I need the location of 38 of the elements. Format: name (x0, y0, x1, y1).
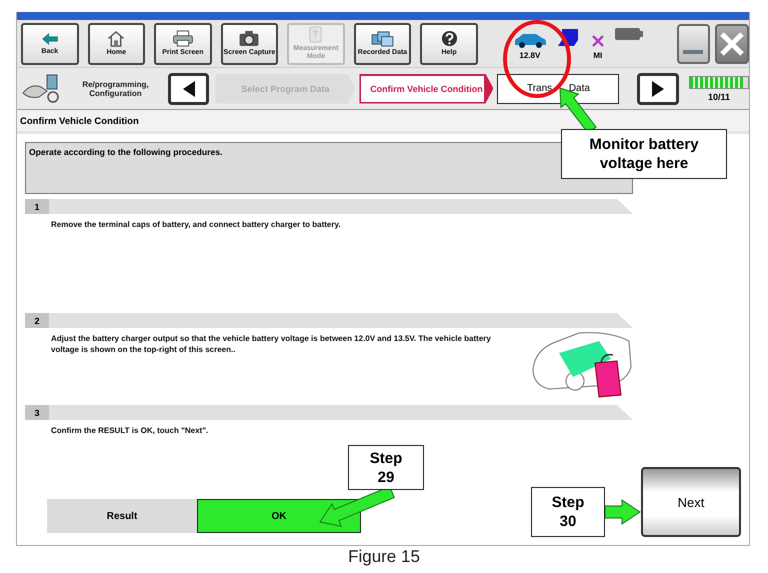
step-number: 1 (25, 199, 49, 214)
folders-icon (371, 30, 394, 47)
callout-arrow (604, 499, 641, 525)
close-button[interactable] (715, 24, 750, 64)
minimize-button[interactable] (676, 24, 710, 64)
step-text: Confirm the RESULT is OK, touch "Next". (51, 425, 210, 436)
mode-label: Re/programming, Configuration (81, 80, 150, 98)
callout-box: Step 29 (348, 445, 424, 490)
callout-box: Monitor battery voltage here (561, 129, 727, 179)
next-step-button[interactable] (637, 72, 679, 104)
cross-icon (590, 34, 605, 48)
page-title: Confirm Vehicle Condition (17, 112, 749, 134)
step-number: 3 (25, 405, 49, 420)
progress-step: Confirm Vehicle Condition (359, 74, 494, 104)
figure-caption: Figure 15 (347, 548, 421, 566)
step-text: Remove the terminal caps of battery, and connect battery charger to battery. (51, 219, 342, 230)
close-icon (719, 30, 746, 56)
next-button[interactable]: Next (641, 467, 741, 537)
camera-icon (238, 30, 260, 47)
house-icon (106, 30, 126, 47)
step-number: 2 (25, 313, 49, 328)
progress-reading: 10/11 (708, 92, 730, 102)
battery-icon (614, 28, 643, 40)
laptop-icon (556, 28, 581, 48)
minimize-icon (683, 50, 704, 54)
right-triangle-icon (650, 80, 666, 98)
help-icon (440, 30, 458, 47)
step-text: Adjust the battery charger output so that the vehicle battery voltage is between 12.0V and 13.5V. The vehicle battery voltage is shown on the top-right of this screen.. (51, 333, 491, 356)
car-icon (512, 32, 547, 48)
meter-icon (307, 26, 324, 43)
left-triangle-icon (180, 80, 197, 98)
voltage-reading: 12.8V (519, 50, 540, 60)
mi-label: MI (593, 50, 602, 60)
result-label: Result (47, 499, 197, 533)
callout-box: Step 30 (531, 487, 605, 537)
printer-icon (172, 30, 194, 47)
previous-button[interactable] (168, 72, 210, 104)
back-arrow-icon (40, 32, 59, 46)
